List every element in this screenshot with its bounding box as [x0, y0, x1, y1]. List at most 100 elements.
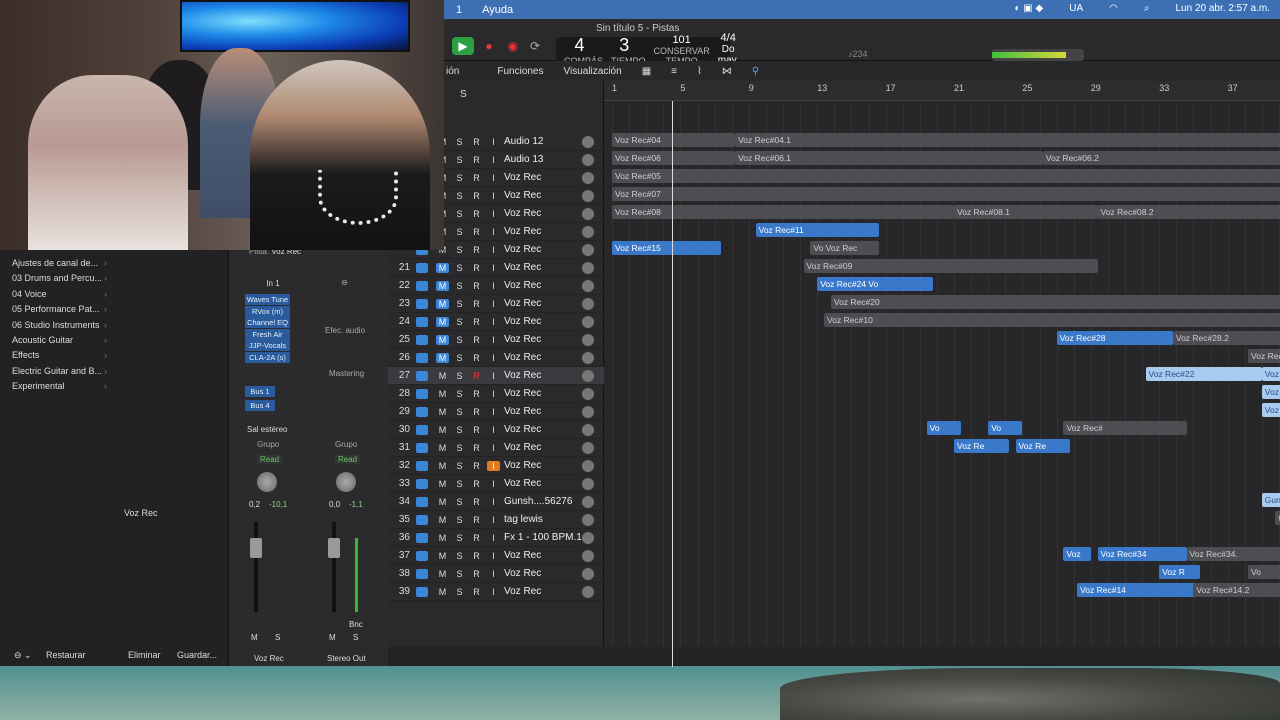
volume-knob[interactable]: [582, 477, 594, 490]
audio-region[interactable]: Voz Rec#14.2: [1193, 583, 1280, 597]
track-row[interactable]: 23 M S R I Voz Rec: [388, 295, 604, 313]
audio-region[interactable]: Gunsh: [1261, 493, 1280, 507]
status-icons[interactable]: ◐ ▣ ◆: [1014, 3, 1043, 14]
waveform-icon[interactable]: [416, 442, 428, 453]
input-slot[interactable]: In 1: [253, 279, 293, 288]
solo-button[interactable]: S: [453, 407, 466, 417]
solo-button[interactable]: S: [453, 533, 466, 543]
record-enable-button[interactable]: R: [470, 371, 483, 381]
volume-knob[interactable]: [582, 423, 594, 436]
snap-icon[interactable]: ⚲: [752, 66, 759, 77]
volume-knob[interactable]: [582, 135, 594, 148]
waveform-icon[interactable]: [416, 352, 428, 363]
library-selected-patch[interactable]: Voz Rec: [124, 508, 158, 518]
solo-button[interactable]: S: [453, 353, 466, 363]
input-monitor-button[interactable]: I: [487, 533, 500, 543]
audio-region[interactable]: Voz: [1261, 367, 1280, 381]
mute-button[interactable]: M: [436, 443, 449, 453]
counter-display[interactable]: ♪234: [848, 49, 868, 59]
volume-knob[interactable]: [582, 279, 594, 292]
track-name[interactable]: Voz Rec: [504, 226, 582, 237]
audio-region[interactable]: Voz Rec#05: [612, 169, 1280, 183]
input-monitor-button[interactable]: I: [487, 335, 500, 345]
audio-region[interactable]: Voz Rec#08.2: [1097, 205, 1280, 219]
waveform-icon[interactable]: [416, 496, 428, 507]
record-enable-button[interactable]: R: [470, 515, 483, 525]
track-row[interactable]: 31 M S R I Voz Rec: [388, 439, 604, 457]
input-monitor-button[interactable]: I: [487, 479, 500, 489]
input-monitor-button[interactable]: I: [487, 245, 500, 255]
track-row[interactable]: 26 M S R I Voz Rec: [388, 349, 604, 367]
volume-knob[interactable]: [582, 297, 594, 310]
mute-button[interactable]: M: [436, 334, 449, 345]
volume-knob[interactable]: [582, 189, 594, 202]
track-row[interactable]: 36 M S R I Fx 1 - 100 BPM.1: [388, 529, 604, 547]
mute-button[interactable]: M: [436, 407, 449, 417]
library-category[interactable]: Electric Guitar and B...: [12, 366, 107, 376]
volume-knob[interactable]: [582, 405, 594, 418]
audio-region[interactable]: Voz Rec#04.1: [735, 133, 1280, 147]
audio-region[interactable]: Voz Rec#15: [612, 241, 722, 255]
input-monitor-button[interactable]: I: [487, 425, 500, 435]
mute-button-1[interactable]: M: [251, 633, 258, 642]
input-monitor-button[interactable]: I: [487, 173, 500, 183]
plugin-slot[interactable]: Waves Tune: [245, 294, 290, 305]
waveform-icon[interactable]: [416, 334, 428, 345]
input-monitor-button[interactable]: I: [487, 353, 500, 363]
track-name[interactable]: tag lewis: [504, 514, 582, 525]
waveform-icon[interactable]: [416, 568, 428, 579]
input-monitor-button[interactable]: I: [487, 371, 500, 381]
input-monitor-button[interactable]: I: [487, 317, 500, 327]
group-slot-2[interactable]: Grupo: [335, 440, 357, 449]
audio-region[interactable]: Voz Rec#08.1: [954, 205, 1098, 219]
mute-button-2[interactable]: M: [329, 633, 336, 642]
audio-region[interactable]: Vo: [926, 421, 961, 435]
automation-icon[interactable]: ⌇: [697, 66, 702, 77]
solo-button[interactable]: S: [453, 281, 466, 291]
menu-item-1[interactable]: 1: [456, 4, 462, 16]
solo-button[interactable]: S: [453, 443, 466, 453]
track-row[interactable]: 24 M S R I Voz Rec: [388, 313, 604, 331]
volume-knob[interactable]: [582, 351, 594, 364]
track-name[interactable]: Voz Rec: [504, 406, 582, 417]
arrangement-area[interactable]: Voz Rec#04 Voz Rec#04.1 Voz Rec#06 Voz Rec#…: [604, 101, 1280, 647]
track-row[interactable]: 29 M S R I Voz Rec: [388, 403, 604, 421]
wifi-icon[interactable]: ◠: [1109, 3, 1118, 14]
mute-button[interactable]: M: [436, 533, 449, 543]
track-row[interactable]: 34 M S R I Gunsh....56276: [388, 493, 604, 511]
mute-button[interactable]: M: [436, 298, 449, 309]
group-slot-1[interactable]: Grupo: [257, 440, 279, 449]
track-name[interactable]: Fx 1 - 100 BPM.1: [504, 532, 582, 543]
edit-menu[interactable]: ión: [446, 66, 459, 77]
record-enable-button[interactable]: R: [470, 299, 483, 309]
record-enable-button[interactable]: R: [470, 497, 483, 507]
input-monitor-button[interactable]: I: [487, 263, 500, 273]
input-monitor-button[interactable]: I: [487, 407, 500, 417]
track-name[interactable]: Audio 12: [504, 136, 582, 147]
record-enable-button[interactable]: R: [470, 443, 483, 453]
volume-knob[interactable]: [582, 171, 594, 184]
audio-region[interactable]: Voz Rec#06.2: [1042, 151, 1280, 165]
capture-record-button[interactable]: ◉: [502, 37, 524, 55]
solo-button[interactable]: S: [453, 155, 466, 165]
library-category[interactable]: 06 Studio Instruments: [12, 320, 107, 330]
volume-knob[interactable]: [582, 225, 594, 238]
waveform-icon[interactable]: [416, 388, 428, 399]
library-options-icon[interactable]: ⊖ ⌄: [14, 650, 32, 661]
waveform-icon[interactable]: [416, 550, 428, 561]
solo-button[interactable]: S: [453, 371, 466, 381]
track-name[interactable]: Voz Rec: [504, 370, 582, 381]
input-monitor-button[interactable]: I: [487, 209, 500, 219]
track-row[interactable]: 35 M S R Itag lewis: [388, 511, 604, 529]
solo-button[interactable]: S: [453, 245, 466, 255]
cycle-button[interactable]: ⟳: [524, 37, 546, 55]
track-name[interactable]: Voz Rec: [504, 280, 582, 291]
audio-region[interactable]: Voz Rec#12: [1248, 349, 1280, 363]
track-name[interactable]: Voz Rec: [504, 208, 582, 219]
mastering-slot[interactable]: Mastering: [329, 369, 364, 378]
solo-button[interactable]: S: [453, 317, 466, 327]
audio-region[interactable]: Voz: [1261, 385, 1280, 399]
volume-fader-2[interactable]: [328, 538, 340, 558]
volume-knob[interactable]: [582, 207, 594, 220]
audio-region[interactable]: Voz Rec#06: [612, 151, 736, 165]
